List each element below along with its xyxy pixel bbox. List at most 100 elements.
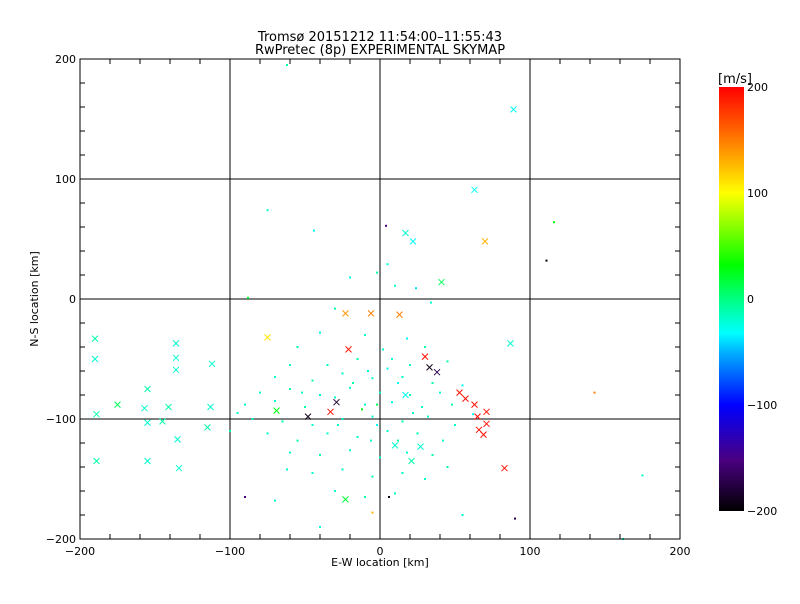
data-point-dot <box>259 391 261 394</box>
data-point-dot <box>415 287 417 290</box>
data-point-cross <box>333 398 340 406</box>
data-point-cross <box>327 408 334 416</box>
data-point-dot <box>401 420 404 423</box>
data-point-dot <box>304 406 306 408</box>
data-point-cross <box>165 403 172 411</box>
x-tick-label: −200 <box>65 545 95 558</box>
data-point-dot <box>593 391 596 394</box>
data-point-cross <box>91 335 99 342</box>
data-point-cross <box>510 106 517 113</box>
data-point-cross <box>481 238 489 245</box>
data-point-cross <box>480 431 487 438</box>
data-point-dot <box>416 432 419 435</box>
data-point-cross <box>402 391 409 399</box>
data-point-dot <box>401 376 404 378</box>
data-point-dot <box>301 391 303 394</box>
data-point-dot <box>370 439 372 442</box>
data-point-dot <box>424 478 426 480</box>
data-point-dot <box>454 424 456 426</box>
data-point-dot <box>274 400 276 402</box>
data-point-cross <box>172 354 180 362</box>
colorbar-tick-label: 0 <box>747 293 754 306</box>
data-point-dot <box>296 346 299 348</box>
data-point-dot <box>412 412 414 414</box>
data-point-dot <box>386 367 389 370</box>
data-point-dot <box>553 221 555 224</box>
y-tick-label: 200 <box>55 53 76 66</box>
data-point-dot <box>382 348 384 351</box>
x-tick-label: 200 <box>670 545 691 558</box>
data-point-cross <box>144 385 151 393</box>
data-point-dot <box>337 424 339 426</box>
data-point-cross <box>507 340 514 347</box>
data-point-dot <box>409 364 411 366</box>
data-point-cross <box>409 238 417 245</box>
data-point-dot <box>356 358 359 360</box>
data-point-cross <box>438 278 445 286</box>
data-point-cross <box>204 424 211 431</box>
data-point-cross <box>391 442 399 449</box>
data-point-dot <box>401 472 404 474</box>
data-point-dot <box>319 454 321 456</box>
data-point-cross <box>141 404 148 412</box>
data-point-cross <box>433 368 441 376</box>
data-point-dot <box>641 474 644 477</box>
data-point-cross <box>471 401 478 408</box>
data-point-cross <box>91 355 99 363</box>
data-point-cross <box>273 407 280 414</box>
data-point-cross <box>342 496 349 503</box>
data-point-dot <box>289 388 291 390</box>
data-point-dot <box>361 408 363 411</box>
data-point-dot <box>311 424 314 426</box>
data-point-dot <box>289 364 291 366</box>
y-tick-label: 0 <box>69 293 76 306</box>
data-point-dot <box>313 229 315 232</box>
data-point-cross <box>174 436 181 443</box>
data-point-dot <box>397 382 399 384</box>
data-point-dot <box>244 403 246 406</box>
colorbar-tick-label: −100 <box>747 399 777 412</box>
data-point-dot <box>376 424 378 426</box>
data-point-dot <box>334 396 336 399</box>
data-point-cross <box>175 464 183 472</box>
data-point-dot <box>514 517 516 520</box>
x-tick-label: −100 <box>215 545 245 558</box>
colorbar <box>719 87 744 511</box>
data-point-cross <box>172 366 180 374</box>
data-point-dot <box>334 490 336 492</box>
data-point-cross <box>172 340 180 347</box>
data-point-cross <box>408 457 415 465</box>
data-point-dot <box>319 526 321 528</box>
data-point-dot <box>334 307 336 310</box>
data-point-dot <box>274 499 276 502</box>
data-point-dot <box>349 276 351 279</box>
data-point-dot <box>364 496 366 498</box>
data-point-dot <box>461 514 464 516</box>
data-point-cross <box>456 389 463 396</box>
data-point-dot <box>367 370 369 372</box>
data-point-dot <box>236 412 239 414</box>
data-point-cross <box>471 186 478 194</box>
data-point-dot <box>391 401 393 404</box>
data-point-dot <box>341 468 344 471</box>
colorbar-tick-label: 100 <box>747 187 768 200</box>
data-point-cross <box>396 311 403 318</box>
data-point-dot <box>341 372 344 375</box>
data-point-dot <box>388 496 390 498</box>
skymap-figure: Tromsø 20151212 11:54:00–11:55:43 RwPret… <box>0 0 800 600</box>
data-point-cross <box>501 464 508 472</box>
data-point-cross <box>264 334 271 341</box>
data-point-cross <box>114 401 121 408</box>
data-point-dot <box>289 451 291 454</box>
data-point-dot <box>431 454 434 456</box>
data-point-dot <box>397 439 399 442</box>
data-point-dot <box>349 449 351 452</box>
data-point-dot <box>439 391 441 394</box>
data-point-dot <box>356 436 359 438</box>
data-point-dot <box>385 224 387 227</box>
data-point-dot <box>386 263 389 266</box>
data-point-dot <box>446 466 449 468</box>
y-tick-label: −100 <box>46 413 76 426</box>
data-point-dot <box>379 391 381 394</box>
data-point-cross <box>144 419 151 426</box>
